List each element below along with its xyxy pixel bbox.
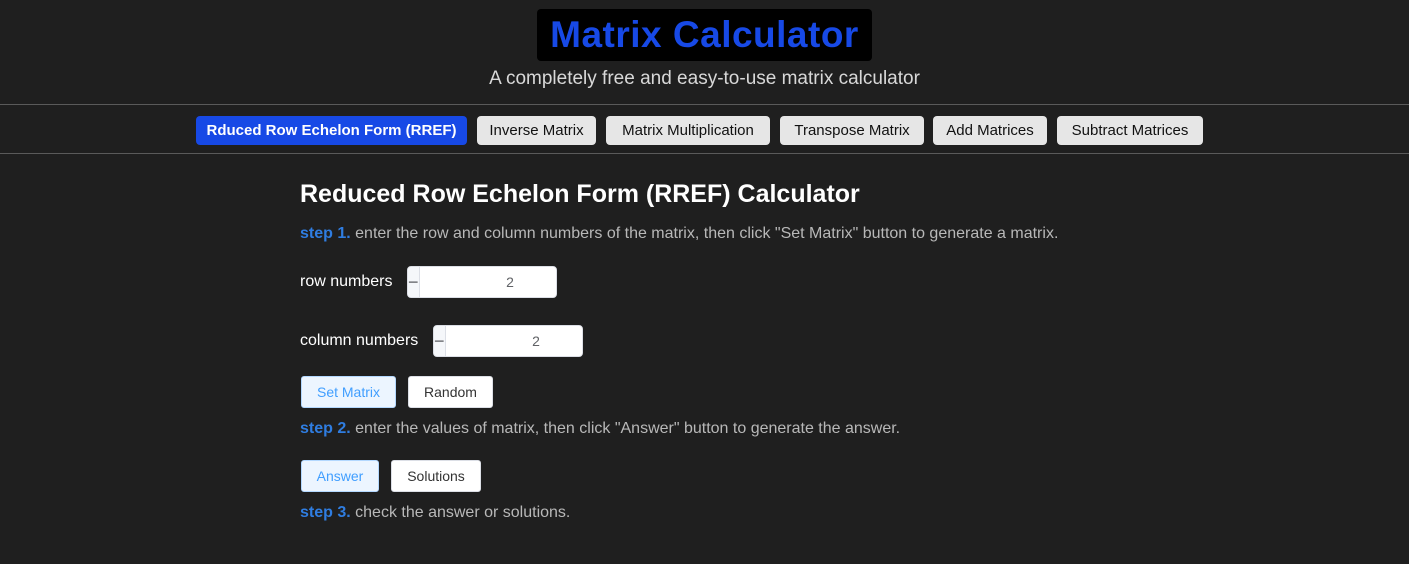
column-decrement-button[interactable]: − [434, 326, 446, 356]
set-matrix-button[interactable]: Set Matrix [301, 376, 396, 408]
step-1-label: step 1. [300, 225, 351, 242]
step-3-label: step 3. [300, 504, 351, 521]
calculator-nav: Rduced Row Echelon Form (RREF) Inverse M… [0, 104, 1409, 154]
step-2-text: enter the values of matrix, then click "… [355, 420, 901, 437]
row-numbers-stepper: − + [407, 266, 557, 298]
logo-text: Matrix Calculator [550, 14, 859, 55]
nav-item-add-matrices[interactable]: Add Matrices [933, 116, 1047, 145]
site-logo[interactable]: Matrix Calculator [537, 9, 872, 61]
step-3-text: check the answer or solutions. [355, 504, 571, 521]
site-subtitle: A completely free and easy-to-use matrix… [489, 68, 920, 89]
step-2-instruction: step 2. enter the values of matrix, then… [300, 420, 900, 438]
row-numbers-input[interactable] [419, 267, 556, 297]
nav-item-subtract-matrices[interactable]: Subtract Matrices [1057, 116, 1203, 145]
step-2-label: step 2. [300, 420, 351, 437]
random-button[interactable]: Random [408, 376, 493, 408]
page-title: Reduced Row Echelon Form (RREF) Calculat… [300, 180, 860, 208]
nav-item-transpose-matrix[interactable]: Transpose Matrix [780, 116, 924, 145]
answer-button[interactable]: Answer [301, 460, 379, 492]
page-header: Matrix Calculator A completely free and … [0, 0, 1409, 104]
column-numbers-stepper: − + [433, 325, 583, 357]
column-numbers-input[interactable] [445, 326, 582, 356]
step-1-text: enter the row and column numbers of the … [355, 225, 1059, 242]
row-decrement-button[interactable]: − [408, 267, 420, 297]
solutions-button[interactable]: Solutions [391, 460, 481, 492]
step-1-instruction: step 1. enter the row and column numbers… [300, 225, 1058, 243]
nav-item-matrix-multiplication[interactable]: Matrix Multiplication [606, 116, 770, 145]
row-numbers-label: row numbers [300, 273, 393, 290]
column-numbers-label: column numbers [300, 332, 419, 349]
main-content: Reduced Row Echelon Form (RREF) Calculat… [0, 155, 1409, 564]
nav-item-inverse-matrix[interactable]: Inverse Matrix [477, 116, 596, 145]
nav-item-rref[interactable]: Rduced Row Echelon Form (RREF) [196, 116, 467, 145]
step-3-instruction: step 3. check the answer or solutions. [300, 504, 570, 522]
